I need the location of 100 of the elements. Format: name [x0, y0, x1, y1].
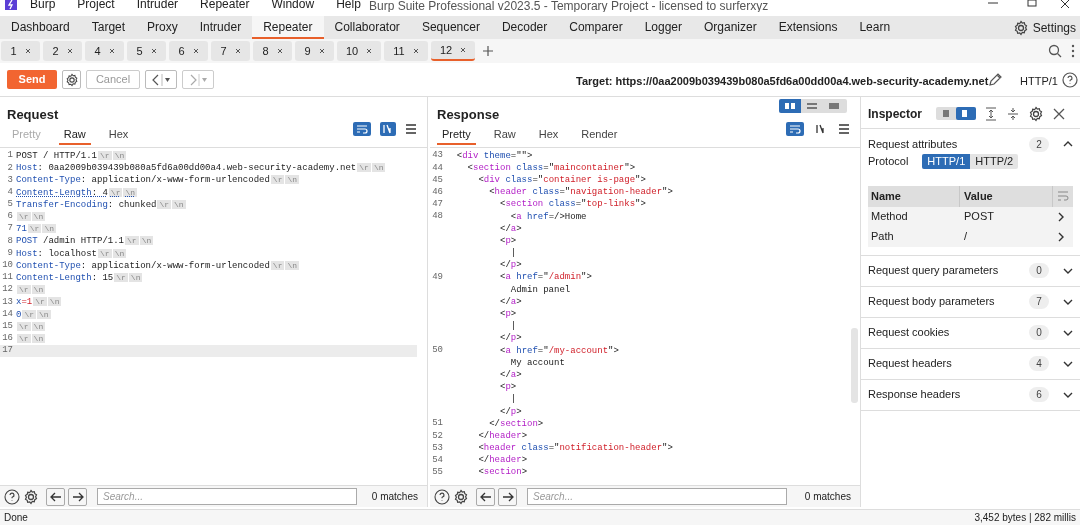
protocol-option[interactable]: HTTP/2 — [970, 153, 1019, 169]
back-button[interactable] — [145, 70, 177, 89]
menu-icon[interactable] — [405, 124, 417, 134]
menu-item[interactable]: Intruder — [136, 0, 179, 9]
main-tab[interactable]: Decoder — [490, 16, 559, 39]
maximize-icon — [1027, 0, 1037, 10]
newline-icon[interactable] — [380, 122, 396, 136]
code-line: <a href="/admin"> — [499, 272, 592, 284]
settings-icon[interactable] — [23, 488, 39, 505]
session-tab[interactable]: 5 — [127, 41, 166, 61]
code-line: POST / HTTP/1.1 \r \n — [15, 150, 127, 163]
session-tab[interactable]: 6 — [169, 41, 208, 61]
menu-icon[interactable] — [838, 124, 850, 134]
next-button[interactable] — [498, 487, 517, 506]
editor-tab[interactable]: Raw — [58, 126, 91, 145]
menu-item[interactable]: Help — [336, 0, 361, 9]
line-number: 16 — [2, 333, 13, 344]
settings-icon[interactable] — [453, 488, 469, 505]
word-wrap-icon[interactable] — [353, 122, 371, 136]
main-tab[interactable]: Collaborator — [323, 16, 411, 39]
main-tab[interactable]: Extensions — [767, 16, 849, 39]
menu-item[interactable]: Window — [271, 0, 315, 9]
scrollbar-thumb[interactable] — [851, 328, 858, 403]
close-icon — [412, 48, 419, 54]
table-row[interactable]: Method POST — [868, 206, 1073, 227]
session-tab[interactable]: 2 — [43, 41, 82, 61]
session-tab[interactable]: 11 — [384, 41, 428, 61]
session-tab[interactable]: 7 — [211, 41, 250, 61]
expand-all-icon[interactable] — [985, 106, 997, 121]
session-tab[interactable]: 12 — [431, 41, 475, 61]
menu-item[interactable]: Project — [77, 0, 115, 9]
main-tab[interactable]: Intruder — [188, 16, 253, 39]
chevron-right-icon — [1058, 211, 1064, 222]
collapse-all-icon[interactable] — [1007, 106, 1019, 121]
main-tab[interactable]: Target — [80, 16, 137, 39]
help-icon[interactable] — [1062, 72, 1078, 88]
session-tab[interactable]: 9 — [295, 41, 334, 61]
code-line: Host: 0aa2009b039439b080a5fd6a00dd00a4.web-security-academy.net \r \n — [15, 162, 386, 175]
section-header[interactable]: Request query parameters 0 — [861, 255, 1080, 286]
session-tab[interactable]: 10 — [337, 41, 381, 61]
next-button[interactable] — [68, 487, 87, 506]
section-header[interactable]: Request cookies 0 — [861, 317, 1080, 348]
protocol-button[interactable]: HTTP/1 — [1020, 73, 1058, 90]
section-header[interactable]: Request headers 4 — [861, 348, 1080, 379]
more-icon[interactable] — [1071, 44, 1075, 58]
editor-tab[interactable]: Render — [576, 126, 623, 145]
settings-button[interactable] — [62, 70, 81, 89]
main-tab[interactable]: Proxy — [136, 16, 189, 39]
line-number: 54 — [432, 455, 443, 466]
burp-logo-icon — [4, 0, 18, 11]
main-tab[interactable]: Comparer — [558, 16, 634, 39]
count-badge: 4 — [1029, 356, 1049, 371]
main-tab[interactable]: Repeater — [252, 16, 324, 39]
split-view-icon[interactable] — [779, 99, 801, 113]
section-header[interactable]: Request body parameters 7 — [861, 286, 1080, 317]
settings-button[interactable]: Settings — [1012, 16, 1076, 39]
main-tab[interactable]: Sequencer — [410, 16, 491, 39]
line-number: 46 — [432, 186, 443, 197]
session-tab[interactable]: 8 — [253, 41, 292, 61]
close-icon — [192, 48, 199, 54]
menu-item[interactable]: Repeater — [200, 0, 250, 9]
add-tab-icon[interactable] — [482, 45, 494, 57]
edit-icon[interactable] — [987, 72, 1003, 88]
line-number: 50 — [432, 345, 443, 356]
session-tab[interactable]: 4 — [85, 41, 124, 61]
previous-button[interactable] — [476, 487, 495, 506]
line-number: 43 — [432, 150, 443, 161]
line-number: 13 — [2, 296, 13, 307]
main-tab[interactable]: Dashboard — [0, 16, 81, 39]
line-number: 9 — [7, 247, 13, 258]
session-tab[interactable]: 1 — [1, 41, 40, 61]
menu-item[interactable]: Burp — [30, 0, 56, 9]
line-number: 1 — [7, 150, 13, 161]
editor-tab[interactable]: Hex — [103, 126, 134, 145]
table-row[interactable]: Path / — [868, 226, 1073, 247]
main-tab[interactable]: Organizer — [693, 16, 768, 39]
word-wrap-icon[interactable] — [786, 122, 804, 136]
help-icon[interactable] — [4, 488, 20, 505]
settings-icon[interactable] — [1028, 105, 1044, 122]
close-icon — [318, 48, 325, 54]
close-icon — [460, 47, 467, 53]
search-field[interactable]: Search... — [97, 488, 357, 505]
editor-tab[interactable]: Hex — [533, 126, 564, 145]
section-header[interactable]: Response headers 6 — [861, 379, 1080, 410]
close-icon[interactable] — [1053, 107, 1065, 120]
previous-button[interactable] — [46, 487, 65, 506]
search-field[interactable]: Search... — [527, 488, 787, 505]
code-line: 71 \r \n — [15, 223, 57, 236]
layout-switcher[interactable] — [779, 99, 847, 113]
help-icon[interactable] — [434, 488, 450, 505]
protocol-option[interactable]: HTTP/1 — [922, 153, 971, 169]
line-number: 47 — [432, 199, 443, 210]
editor-tab[interactable]: Raw — [488, 126, 521, 145]
panel-wide-icon[interactable] — [956, 107, 976, 120]
code-line: </a> — [499, 296, 522, 308]
left-arrow-icon — [479, 491, 492, 502]
main-tab[interactable]: Learn — [848, 16, 902, 39]
main-tab[interactable]: Logger — [633, 16, 693, 39]
editor-tab[interactable]: Pretty — [437, 126, 476, 145]
search-icon[interactable] — [1048, 44, 1062, 58]
